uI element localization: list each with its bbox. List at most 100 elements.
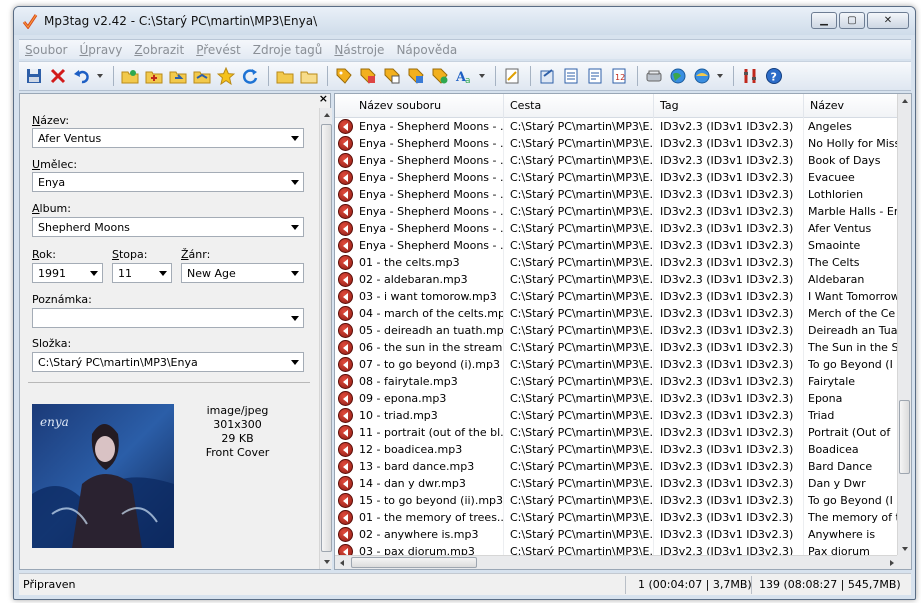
copy-tag-icon[interactable] — [274, 65, 296, 87]
help-icon[interactable]: ? — [763, 65, 785, 87]
paste-tag-icon[interactable] — [298, 65, 320, 87]
menu-prevest[interactable]: Převést — [190, 43, 247, 57]
menu-upravy[interactable]: Úpravy — [73, 43, 128, 57]
table-row[interactable]: Enya - Shepherd Moons - ... C:\Starý PC\m… — [335, 186, 899, 203]
file-list-hscrollbar[interactable] — [335, 555, 899, 569]
table-row[interactable]: 01 - the memory of trees.... C:\Starý PC\… — [335, 509, 899, 526]
file-list-rows: Enya - Shepherd Moons - ... C:\Starý PC\m… — [335, 118, 899, 560]
table-row[interactable]: 10 - triad.mp3 C:\Starý PC\martin\MP3\E..… — [335, 407, 899, 424]
year-field[interactable]: 1991 — [32, 263, 103, 283]
numbering-icon[interactable]: 12 — [608, 65, 630, 87]
menu-zdroje-tagu[interactable]: Zdroje tagů — [247, 43, 329, 57]
chevron-down-icon[interactable] — [291, 360, 299, 365]
scroll-down-icon[interactable] — [898, 542, 911, 556]
table-row[interactable]: 11 - portrait (out of the bl... C:\Starý … — [335, 424, 899, 441]
column-header-filename[interactable]: Název souboru — [335, 94, 504, 118]
freedb-icon[interactable] — [643, 65, 665, 87]
table-row[interactable]: 09 - epona.mp3 C:\Starý PC\martin\MP3\E..… — [335, 390, 899, 407]
table-row[interactable]: 05 - deireadh an tuath.mp3 C:\Starý PC\ma… — [335, 322, 899, 339]
table-row[interactable]: Enya - Shepherd Moons - ... C:\Starý PC\m… — [335, 220, 899, 237]
tag-sources-icon[interactable] — [691, 65, 713, 87]
scroll-left-icon[interactable] — [335, 556, 349, 569]
tag-filename-icon[interactable] — [333, 65, 355, 87]
table-row[interactable]: 02 - aldebaran.mp3 C:\Starý PC\martin\MP3… — [335, 271, 899, 288]
artist-field[interactable]: Enya — [32, 172, 304, 192]
track-field[interactable]: 11 — [112, 263, 172, 283]
comment-field[interactable] — [32, 308, 304, 328]
title-field[interactable]: Afer Ventus — [32, 128, 304, 148]
case-conversion-icon[interactable]: Aa — [453, 65, 475, 87]
menu-soubor[interactable]: Soubor — [19, 43, 73, 57]
refresh-icon[interactable] — [239, 65, 261, 87]
menu-zobrazit[interactable]: Zobrazit — [128, 43, 190, 57]
close-button[interactable]: ✕ — [867, 12, 909, 29]
album-cover-image[interactable]: enya — [32, 404, 174, 548]
table-row[interactable]: 03 - i want tomorow.mp3 C:\Starý PC\marti… — [335, 288, 899, 305]
table-row[interactable]: Enya - Shepherd Moons - ... C:\Starý PC\m… — [335, 118, 899, 135]
edit-icon[interactable] — [501, 65, 523, 87]
table-row[interactable]: Enya - Shepherd Moons - ... C:\Starý PC\m… — [335, 203, 899, 220]
panel-close-icon[interactable]: × — [319, 92, 328, 105]
undo-icon[interactable] — [71, 65, 93, 87]
menu-nastroje[interactable]: Nástroje — [328, 43, 390, 57]
table-row[interactable]: 07 - to go beyond (i).mp3 C:\Starý PC\mar… — [335, 356, 899, 373]
filename-tag-icon[interactable] — [357, 65, 379, 87]
table-row[interactable]: 08 - fairytale.mp3 C:\Starý PC\martin\MP3… — [335, 373, 899, 390]
undo-dropdown-arrow-icon[interactable] — [95, 65, 104, 87]
table-row[interactable]: Enya - Shepherd Moons - ... C:\Starý PC\m… — [335, 237, 899, 254]
scroll-thumb[interactable] — [351, 557, 477, 568]
table-row[interactable]: 14 - dan y dwr.mp3 C:\Starý PC\martin\MP3… — [335, 475, 899, 492]
table-row[interactable]: 15 - to go beyond (ii).mp3 C:\Starý PC\ma… — [335, 492, 899, 509]
scroll-up-icon[interactable] — [320, 108, 333, 122]
scroll-thumb[interactable] — [321, 124, 332, 552]
folder-field[interactable]: C:\Starý PC\martin\MP3\Enya — [32, 352, 304, 372]
sources-dropdown-arrow-icon[interactable] — [715, 65, 724, 87]
chevron-down-icon[interactable] — [291, 316, 299, 321]
actions-dropdown-arrow-icon[interactable] — [477, 65, 486, 87]
genre-field[interactable]: New Age — [181, 263, 304, 283]
album-field[interactable]: Shepherd Moons — [32, 217, 304, 237]
scroll-down-icon[interactable] — [320, 555, 333, 569]
chevron-down-icon[interactable] — [291, 136, 299, 141]
open-folder-icon[interactable] — [119, 65, 141, 87]
menu-napoveda[interactable]: Nápověda — [390, 43, 463, 57]
export-icon[interactable] — [536, 65, 558, 87]
table-row[interactable]: 06 - the sun in the stream.... C:\Starý P… — [335, 339, 899, 356]
tag-panel-scrollbar[interactable] — [319, 108, 332, 569]
auto-numbering-icon[interactable] — [429, 65, 451, 87]
remove-tag-icon[interactable] — [47, 65, 69, 87]
change-dir-icon[interactable] — [167, 65, 189, 87]
table-row[interactable]: Enya - Shepherd Moons - ... C:\Starý PC\m… — [335, 169, 899, 186]
minimize-button[interactable]: ▁ — [811, 12, 837, 29]
scroll-thumb[interactable] — [899, 400, 910, 474]
file-list-vscrollbar[interactable] — [897, 94, 911, 556]
favorite-icon[interactable] — [215, 65, 237, 87]
column-header-path[interactable]: Cesta — [504, 94, 654, 118]
column-header-tag[interactable]: Tag — [654, 94, 804, 118]
export-list-icon[interactable] — [560, 65, 582, 87]
chevron-down-icon[interactable] — [90, 271, 98, 276]
folder-list-icon[interactable] — [191, 65, 213, 87]
chevron-down-icon[interactable] — [291, 271, 299, 276]
text-file-icon[interactable] — [381, 65, 403, 87]
table-row[interactable]: Enya - Shepherd Moons - ... C:\Starý PC\m… — [335, 152, 899, 169]
table-row[interactable]: 13 - bard dance.mp3 C:\Starý PC\martin\MP… — [335, 458, 899, 475]
table-row[interactable]: Enya - Shepherd Moons - ... C:\Starý PC\m… — [335, 135, 899, 152]
maximize-button[interactable]: ▢ — [839, 12, 865, 29]
cell-tag: ID3v2.3 (ID3v1 ID3v2.3) — [654, 390, 804, 407]
playlist-icon[interactable] — [584, 65, 606, 87]
add-folder-icon[interactable] — [143, 65, 165, 87]
column-header-title[interactable]: Název — [804, 94, 899, 118]
save-icon[interactable] — [23, 65, 45, 87]
chevron-down-icon[interactable] — [159, 271, 167, 276]
tag-tag-icon[interactable] — [405, 65, 427, 87]
table-row[interactable]: 12 - boadicea.mp3 C:\Starý PC\martin\MP3\… — [335, 441, 899, 458]
scroll-up-icon[interactable] — [898, 94, 911, 108]
table-row[interactable]: 02 - anywhere is.mp3 C:\Starý PC\martin\M… — [335, 526, 899, 543]
web-sources-icon[interactable] — [667, 65, 689, 87]
chevron-down-icon[interactable] — [291, 180, 299, 185]
chevron-down-icon[interactable] — [291, 225, 299, 230]
settings-icon[interactable] — [739, 65, 761, 87]
table-row[interactable]: 01 - the celts.mp3 C:\Starý PC\martin\MP3… — [335, 254, 899, 271]
table-row[interactable]: 04 - march of the celts.mp3 C:\Starý PC\m… — [335, 305, 899, 322]
